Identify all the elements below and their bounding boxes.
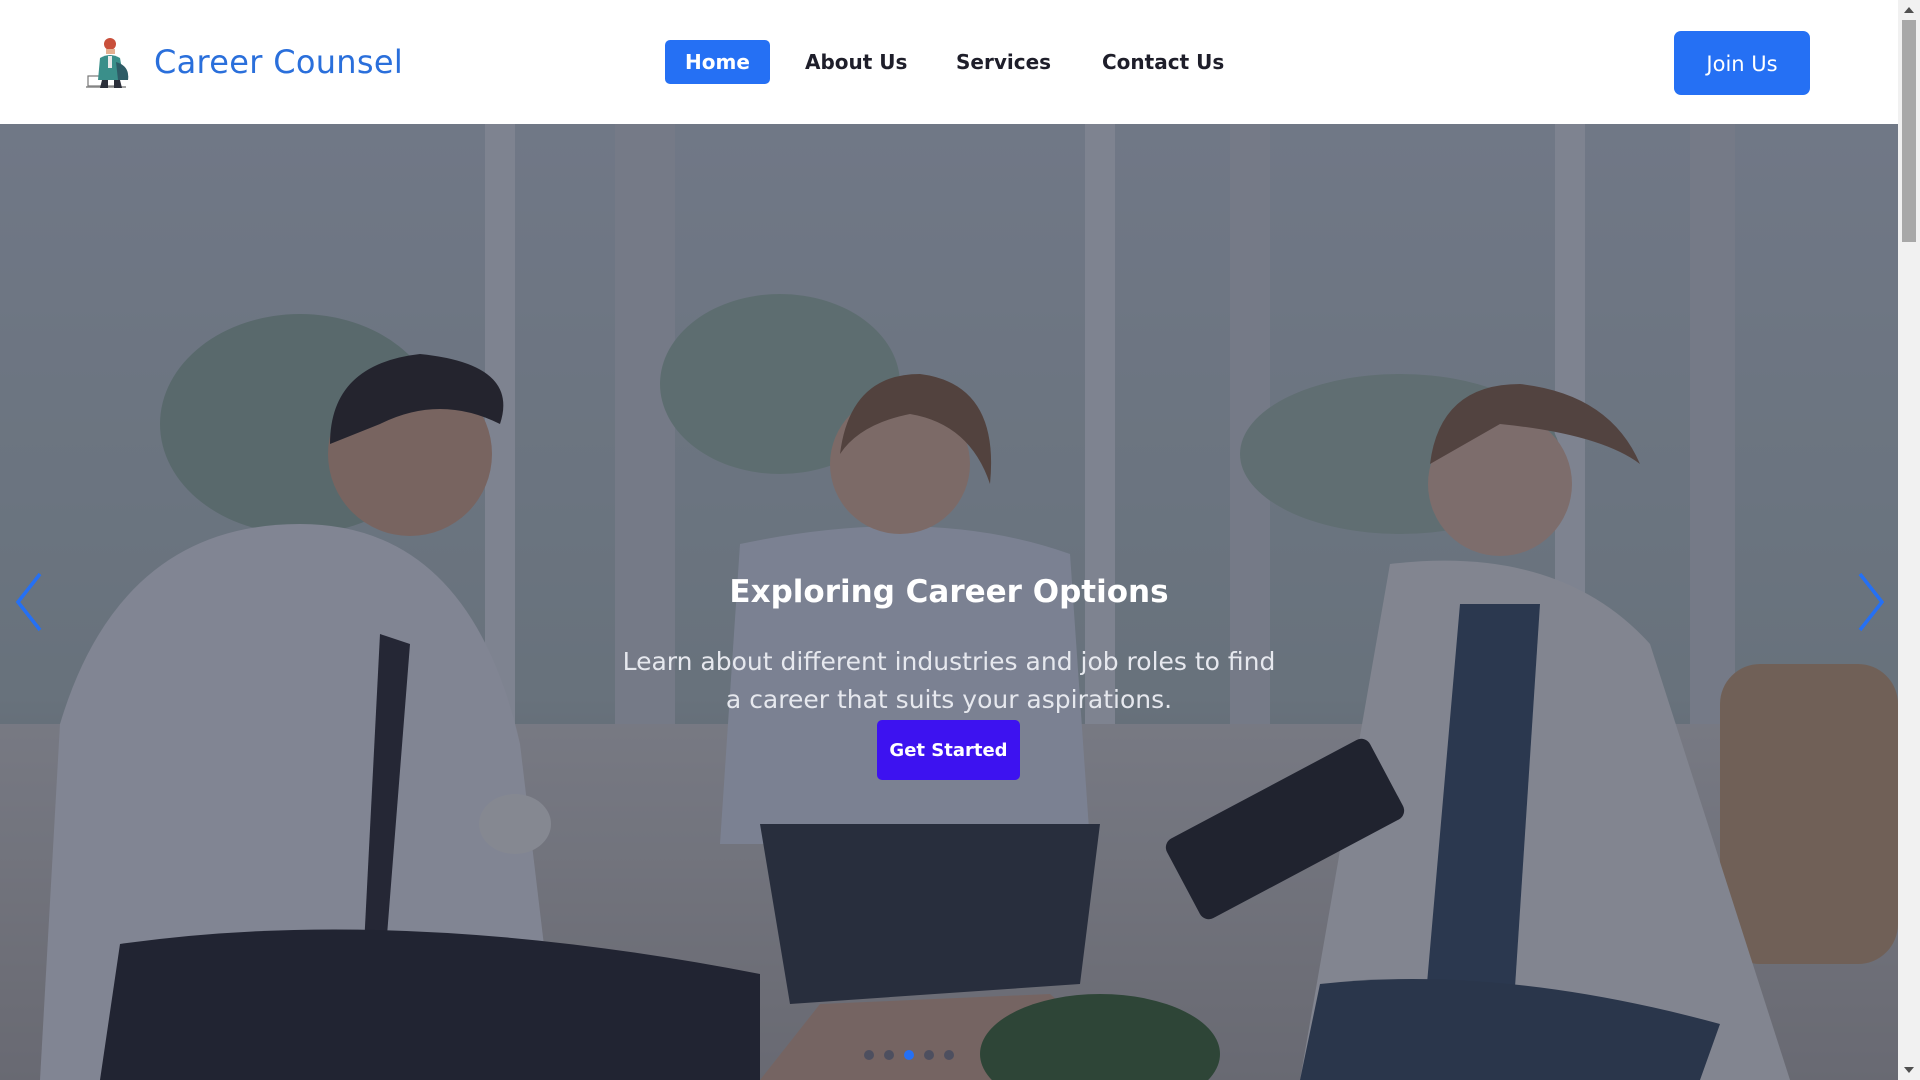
carousel-dot-4[interactable] bbox=[924, 1050, 934, 1060]
get-started-button[interactable]: Get Started bbox=[877, 720, 1020, 780]
nav-services[interactable]: Services bbox=[956, 40, 1051, 84]
nav-home[interactable]: Home bbox=[665, 40, 770, 84]
hero-description: Learn about different industries and job… bbox=[622, 647, 1276, 714]
carousel-dot-2[interactable] bbox=[884, 1050, 894, 1060]
scroll-up-arrow-icon[interactable] bbox=[1898, 0, 1920, 20]
join-us-button[interactable]: Join Us bbox=[1674, 31, 1810, 95]
scrollbar-thumb[interactable] bbox=[1902, 20, 1916, 242]
carousel-dot-1[interactable] bbox=[864, 1050, 874, 1060]
site-header: Career Counsel Home About Us Services Co… bbox=[0, 0, 1898, 124]
scroll-down-arrow-icon[interactable] bbox=[1898, 1060, 1920, 1080]
hero-carousel: Exploring Career Options Learn about dif… bbox=[0, 124, 1898, 1080]
carousel-dot-5[interactable] bbox=[944, 1050, 954, 1060]
nav-about-us[interactable]: About Us bbox=[805, 40, 907, 84]
page-scrollbar[interactable] bbox=[1898, 0, 1920, 1080]
counselor-illustration-icon[interactable] bbox=[86, 36, 142, 90]
carousel-dot-3[interactable] bbox=[904, 1050, 914, 1060]
hero-title: Exploring Career Options bbox=[729, 573, 1169, 610]
brand-name[interactable]: Career Counsel bbox=[154, 40, 403, 84]
nav-contact-us[interactable]: Contact Us bbox=[1102, 40, 1224, 84]
